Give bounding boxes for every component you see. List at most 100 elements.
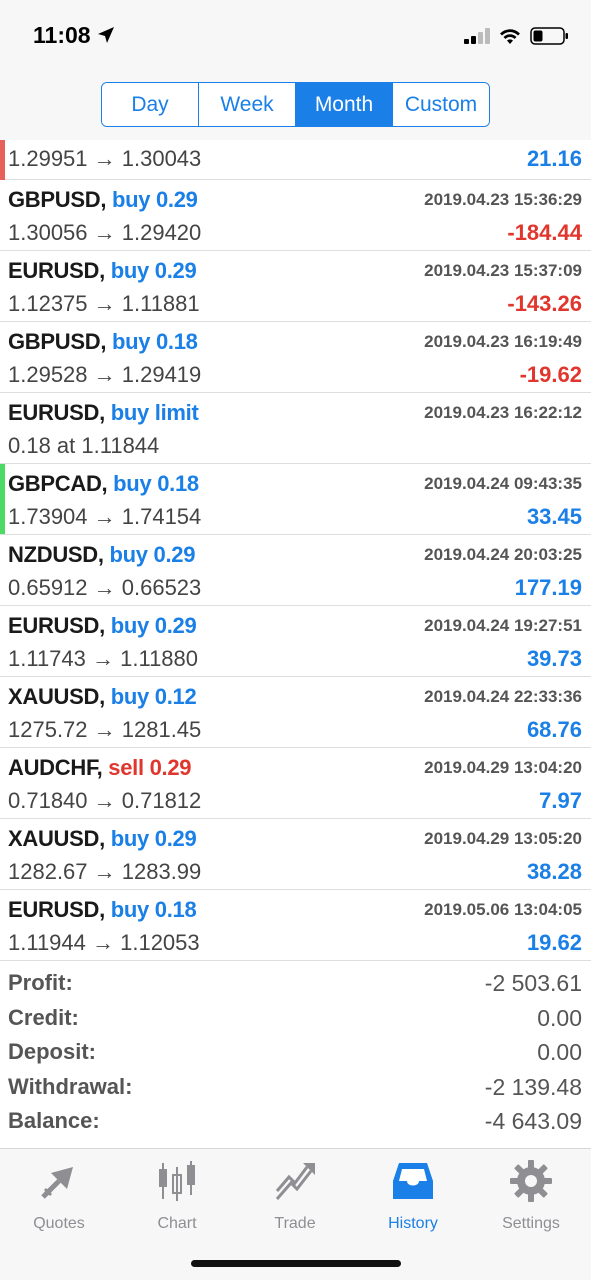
trade-title: GBPUSD, buy 0.29: [8, 187, 198, 213]
tab-week[interactable]: Week: [199, 83, 296, 126]
trade-prices: 1.30056 → 1.29420: [8, 220, 202, 245]
trade-symbol: XAUUSD,: [8, 684, 105, 709]
trade-time: 2019.04.24 22:33:36: [424, 687, 582, 706]
status-time: 11:08: [33, 22, 91, 48]
trade-profit: 33.45: [526, 504, 582, 529]
trade-symbol: EURUSD,: [8, 613, 105, 638]
trade-time: 2019.05.06 13:04:05: [424, 900, 582, 919]
trade-history-list: 1.29951 → 1.30043 21.16 GBPUSD, buy 0.29…: [0, 140, 591, 961]
profit-marker: [0, 464, 5, 534]
trade-time: 2019.04.23 15:37:09: [424, 261, 582, 280]
trade-action: buy 0.29: [110, 258, 197, 283]
trade-action: buy 0.12: [110, 684, 197, 709]
summary-value: 0.00: [537, 1039, 582, 1065]
location-arrow-icon: [98, 27, 114, 43]
trade-symbol: EURUSD,: [8, 258, 105, 283]
trade-profit: -184.44: [507, 220, 582, 245]
trade-time: 2019.04.29 13:04:20: [424, 758, 582, 777]
history-header: Day Week Month Custom: [0, 70, 591, 140]
trade-action: buy 0.29: [109, 542, 196, 567]
wifi-icon: [500, 29, 520, 44]
tab-trade[interactable]: Trade: [236, 1159, 354, 1239]
tab-quotes[interactable]: Quotes: [0, 1159, 118, 1239]
trade-prices: 1275.72 → 1281.45: [8, 717, 202, 742]
summary-value: -2 139.48: [484, 1073, 582, 1100]
trade-title: NZDUSD, buy 0.29: [8, 542, 195, 568]
trade-title: EURUSD, buy 0.29: [8, 613, 197, 639]
summary-label: Withdrawal:: [8, 1073, 133, 1099]
tab-label: Settings: [502, 1215, 560, 1232]
trade-action: buy 0.29: [111, 187, 198, 212]
trade-profit: 38.28: [526, 859, 582, 884]
trade-prices: 1282.67 → 1283.99: [8, 859, 202, 884]
summary-credit: Credit: 0.00: [0, 1001, 591, 1036]
trade-prices: 1.73904 → 1.74154: [8, 504, 202, 529]
summary-label: Deposit:: [8, 1039, 96, 1064]
trade-profit: 19.62: [526, 930, 582, 955]
tab-month[interactable]: Month: [296, 83, 393, 126]
home-indicator: [191, 1260, 401, 1267]
trade-row[interactable]: GBPUSD, buy 0.29 2019.04.23 15:36:29 1.300…: [0, 180, 591, 251]
trade-row[interactable]: GBPUSD, buy 0.18 2019.04.23 16:19:49 1.295…: [0, 322, 591, 393]
summary-balance: Balance: -4 643.09: [0, 1104, 591, 1139]
chart-icon: [159, 1161, 195, 1201]
trade-action: buy limit: [110, 400, 199, 425]
history-icon: [393, 1163, 433, 1199]
trade-prices: 0.65912 → 0.66523: [8, 575, 202, 600]
trade-time: 2019.04.24 09:43:35: [424, 474, 582, 493]
summary-label: Profit:: [8, 970, 73, 995]
trade-time: 2019.04.23 15:36:29: [424, 190, 582, 209]
trade-row[interactable]: NZDUSD, buy 0.29 2019.04.24 20:03:25 0.659…: [0, 535, 591, 606]
trade-symbol: XAUUSD,: [8, 826, 105, 851]
trade-row[interactable]: GBPCAD, buy 0.18 2019.04.24 09:43:35 1.739…: [0, 464, 591, 535]
trade-action: buy 0.18: [113, 471, 199, 496]
summary-label: Balance:: [8, 1108, 100, 1133]
tab-settings[interactable]: Settings: [472, 1159, 590, 1239]
trade-prices: 1.11944 → 1.12053: [8, 930, 200, 955]
trade-action: sell 0.29: [108, 755, 192, 780]
trade-title: XAUUSD, buy 0.12: [8, 684, 197, 710]
trade-row[interactable]: EURUSD, buy 0.29 2019.04.24 19:27:51 1.117…: [0, 606, 591, 677]
trade-symbol: EURUSD,: [8, 400, 105, 425]
tab-chart[interactable]: Chart: [118, 1159, 236, 1239]
trade-title: GBPUSD, buy 0.18: [8, 329, 198, 355]
status-bar: 11:08: [0, 0, 591, 70]
trade-title: XAUUSD, buy 0.29: [8, 826, 197, 852]
trade-prices: 1.12375 → 1.11881: [8, 291, 200, 316]
settings-icon: [510, 1160, 552, 1202]
loss-marker: [0, 140, 5, 180]
summary-label: Credit:: [8, 1004, 79, 1030]
summary-value: -4 643.09: [484, 1108, 582, 1134]
trade-title: GBPCAD, buy 0.18: [8, 471, 199, 497]
trade-prices: 1.11743 → 1.11880: [8, 646, 199, 671]
period-segmented-control: Day Week Month Custom: [101, 82, 490, 127]
tab-label: Quotes: [33, 1215, 85, 1232]
summary-deposit: Deposit: 0.00: [0, 1035, 591, 1070]
trade-row[interactable]: EURUSD, buy 0.18 2019.05.06 13:04:05 1.119…: [0, 890, 591, 961]
tab-label: History: [388, 1215, 438, 1232]
trade-time: 2019.04.29 13:05:20: [424, 829, 582, 848]
trade-action: buy 0.18: [110, 897, 197, 922]
tab-custom[interactable]: Custom: [393, 83, 489, 126]
trade-prices: 1.29951 → 1.30043: [8, 146, 202, 171]
trade-symbol: AUDCHF,: [8, 755, 103, 780]
summary-value: -2 503.61: [484, 970, 582, 996]
trade-symbol: NZDUSD,: [8, 542, 104, 567]
trade-title: AUDCHF, sell 0.29: [8, 755, 192, 781]
tab-day[interactable]: Day: [102, 83, 199, 126]
trade-row[interactable]: AUDCHF, sell 0.29 2019.04.29 13:04:20 0.71…: [0, 748, 591, 819]
trade-row[interactable]: EURUSD, buy 0.29 2019.04.23 15:37:09 1.123…: [0, 251, 591, 322]
trade-row[interactable]: XAUUSD, buy 0.12 2019.04.24 22:33:36 1275.…: [0, 677, 591, 748]
list-item[interactable]: 1.29951 → 1.30043 21.16: [0, 140, 591, 180]
trade-profit: 39.73: [526, 646, 582, 671]
trade-action: buy 0.29: [110, 826, 197, 851]
trade-row[interactable]: XAUUSD, buy 0.29 2019.04.29 13:05:20 1282.…: [0, 819, 591, 890]
trade-row[interactable]: EURUSD, buy limit 2019.04.23 16:22:12 0.18…: [0, 393, 591, 464]
trade-icon: [275, 1163, 315, 1200]
trade-profit: -19.62: [519, 362, 582, 387]
trade-time: 2019.04.24 20:03:25: [424, 545, 582, 564]
trade-action: buy 0.29: [110, 613, 197, 638]
trade-prices: 0.71840 → 0.71812: [8, 788, 202, 813]
tab-history[interactable]: History: [354, 1159, 472, 1239]
battery-icon: [530, 27, 568, 45]
